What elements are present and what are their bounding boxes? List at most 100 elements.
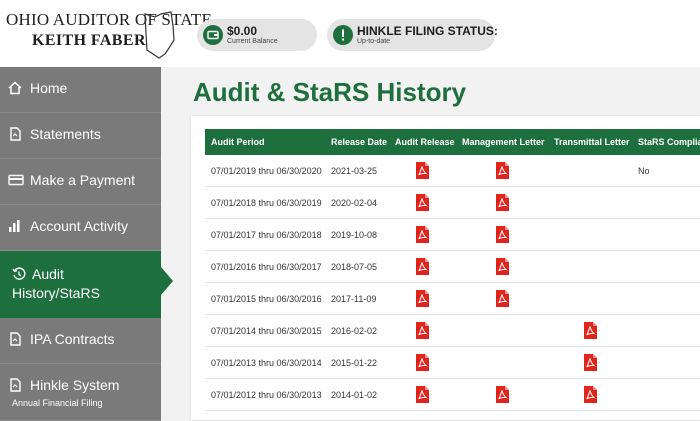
- pdf-icon[interactable]: [583, 322, 597, 339]
- stars-compliance-cell: No: [632, 155, 700, 187]
- management-letter-cell: [456, 314, 548, 347]
- pdf-icon[interactable]: [416, 226, 429, 243]
- sidebar-item-label: IPA Contracts: [30, 331, 115, 347]
- audit-release-cell: [389, 186, 456, 219]
- filing-status-pill[interactable]: HINKLE FILING STATUS: Up-to-date: [327, 19, 498, 51]
- stars-compliance-cell: [632, 186, 700, 219]
- stars-compliance-cell: [632, 346, 700, 379]
- sidebar-item-hinkle-system[interactable]: Hinkle System Annual Financial Filing: [0, 364, 161, 421]
- active-indicator-arrow: [161, 267, 173, 295]
- management-letter-cell: [456, 155, 548, 187]
- ohio-outline-icon: [144, 11, 175, 59]
- document-icon: [8, 332, 22, 346]
- pdf-icon[interactable]: [583, 354, 597, 371]
- management-letter-cell: [456, 282, 548, 315]
- audit-release-cell: [389, 250, 456, 283]
- credit-card-icon: [8, 173, 24, 187]
- pdf-icon[interactable]: [583, 386, 597, 403]
- table-row: 07/01/2018 thru 06/30/2019 2020-02-04: [205, 186, 700, 219]
- column-header-transmittal-letter[interactable]: Transmittal Letter: [548, 129, 632, 155]
- page-title: Audit & StaRS History: [193, 77, 467, 107]
- table-row: 07/01/2012 thru 06/30/2013 2014-01-02: [205, 378, 700, 411]
- transmittal-letter-cell: [548, 186, 632, 219]
- column-header-management-letter[interactable]: Management Letter: [456, 129, 548, 155]
- document-icon: [8, 378, 22, 392]
- auditor-logo[interactable]: OHIO AUDITOR OF STATE KEITH FABER: [6, 8, 212, 60]
- sidebar-item-home[interactable]: Home: [0, 67, 161, 113]
- pdf-icon[interactable]: [416, 354, 429, 371]
- audit-period-cell: 07/01/2013 thru 06/30/2014: [205, 346, 325, 379]
- sidebar-item-account-activity[interactable]: Account Activity: [0, 205, 161, 251]
- audit-period-cell: 07/01/2017 thru 06/30/2018: [205, 218, 325, 251]
- sidebar-item-sublabel: Annual Financial Filing: [12, 398, 103, 408]
- column-header-release-date[interactable]: Release Date: [325, 129, 389, 155]
- pdf-icon[interactable]: [416, 258, 429, 275]
- table-header-row: Audit Period Release Date Audit Release …: [205, 129, 700, 155]
- transmittal-letter-cell: [548, 282, 632, 315]
- pdf-icon[interactable]: [416, 194, 429, 211]
- pdf-icon[interactable]: [416, 290, 429, 307]
- audit-period-cell: 07/01/2016 thru 06/30/2017: [205, 250, 325, 283]
- stars-compliance-cell: [632, 282, 700, 315]
- table-row: 07/01/2014 thru 06/30/2015 2016-02-02: [205, 314, 700, 347]
- sidebar-item-ipa-contracts[interactable]: IPA Contracts: [0, 318, 161, 364]
- pdf-icon[interactable]: [416, 386, 429, 403]
- column-header-stars-compliance[interactable]: StaRS Complian: [632, 129, 700, 155]
- pdf-icon[interactable]: [416, 322, 429, 339]
- header: OHIO AUDITOR OF STATE KEITH FABER $0.00 …: [0, 0, 700, 67]
- balance-pill[interactable]: $0.00 Current Balance: [197, 19, 317, 51]
- release-date-cell: 2019-10-08: [325, 218, 389, 251]
- table-row: 07/01/2019 thru 06/30/2020 2021-03-25 No: [205, 155, 700, 187]
- release-date-cell: 2016-02-02: [325, 314, 389, 347]
- pdf-icon[interactable]: [495, 194, 509, 211]
- audit-release-cell: [389, 155, 456, 187]
- audit-period-cell: 07/01/2014 thru 06/30/2015: [205, 314, 325, 347]
- table-row: 07/01/2017 thru 06/30/2018 2019-10-08: [205, 218, 700, 251]
- pdf-icon[interactable]: [495, 226, 509, 243]
- audit-period-cell: 07/01/2018 thru 06/30/2019: [205, 186, 325, 219]
- table-row: 07/01/2013 thru 06/30/2014 2015-01-22: [205, 346, 700, 379]
- release-date-cell: 2018-07-05: [325, 250, 389, 283]
- sidebar: Home Statements Make a Payment Account A…: [0, 67, 173, 421]
- balance-amount: $0.00: [227, 24, 258, 38]
- wallet-icon: [203, 25, 223, 45]
- release-date-cell: 2020-02-04: [325, 186, 389, 219]
- transmittal-letter-cell: [548, 155, 632, 187]
- sidebar-item-make-payment[interactable]: Make a Payment: [0, 159, 161, 205]
- table-body: 07/01/2019 thru 06/30/2020 2021-03-25 No 07…: [205, 155, 700, 411]
- home-icon: [8, 81, 22, 95]
- pdf-icon[interactable]: [495, 258, 509, 275]
- pdf-icon[interactable]: [495, 162, 509, 179]
- release-date-cell: 2021-03-25: [325, 155, 389, 187]
- pdf-icon[interactable]: [416, 162, 429, 179]
- audit-period-cell: 07/01/2019 thru 06/30/2020: [205, 155, 325, 187]
- audit-period-cell: 07/01/2015 thru 06/30/2016: [205, 282, 325, 315]
- audit-history-table: Audit Period Release Date Audit Release …: [205, 129, 700, 411]
- sidebar-item-statements[interactable]: Statements: [0, 113, 161, 159]
- pdf-icon[interactable]: [495, 290, 509, 307]
- sidebar-item-label: Statements: [30, 126, 101, 142]
- stars-compliance-cell: [632, 314, 700, 347]
- transmittal-letter-cell: [548, 346, 632, 379]
- transmittal-letter-cell: [548, 378, 632, 411]
- sidebar-item-label: Audit History/StaRS: [12, 266, 100, 301]
- release-date-cell: 2017-11-09: [325, 282, 389, 315]
- filing-status-title: HINKLE FILING STATUS:: [357, 24, 498, 38]
- pdf-icon[interactable]: [495, 386, 509, 403]
- audit-period-cell: 07/01/2012 thru 06/30/2013: [205, 378, 325, 411]
- transmittal-letter-cell: [548, 314, 632, 347]
- table-row: 07/01/2015 thru 06/30/2016 2017-11-09: [205, 282, 700, 315]
- sidebar-item-audit-history[interactable]: Audit History/StaRS: [0, 251, 173, 318]
- logo-line1: OHIO AUDITOR OF STATE: [6, 10, 213, 29]
- column-header-audit-release[interactable]: Audit Release: [389, 129, 456, 155]
- transmittal-letter-cell: [548, 218, 632, 251]
- balance-label: Current Balance: [227, 38, 278, 45]
- sidebar-item-label: Hinkle System: [30, 377, 120, 393]
- column-header-audit-period[interactable]: Audit Period: [205, 129, 325, 155]
- sidebar-item-label: Make a Payment: [30, 172, 136, 188]
- logo-line2: KEITH FABER: [32, 32, 146, 49]
- management-letter-cell: [456, 250, 548, 283]
- release-date-cell: 2015-01-22: [325, 346, 389, 379]
- table-row: 07/01/2016 thru 06/30/2017 2018-07-05: [205, 250, 700, 283]
- stars-compliance-cell: [632, 250, 700, 283]
